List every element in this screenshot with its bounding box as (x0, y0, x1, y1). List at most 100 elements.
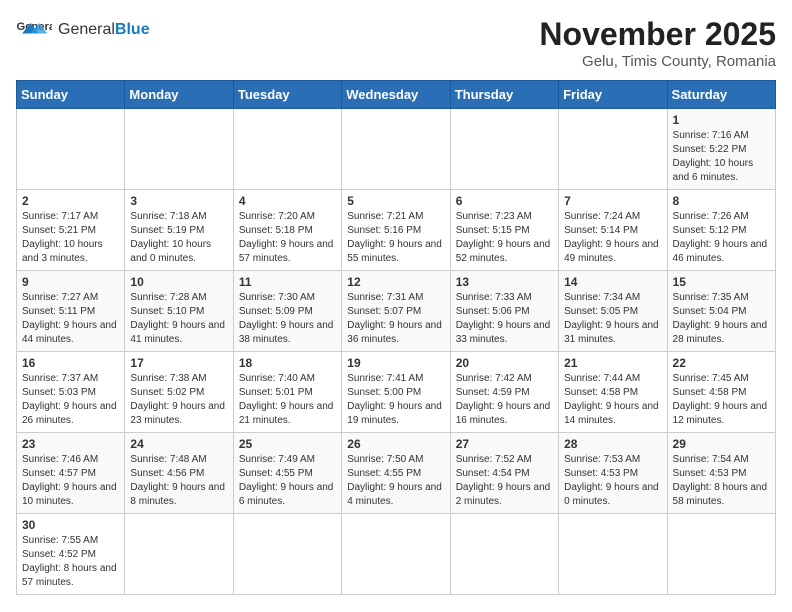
cell-content: Sunrise: 7:24 AM Sunset: 5:14 PM Dayligh… (564, 210, 661, 266)
cell-content: Sunrise: 7:35 AM Sunset: 5:04 PM Dayligh… (673, 291, 770, 347)
day-number: 13 (456, 275, 553, 289)
calendar-cell: 24 Sunrise: 7:48 AM Sunset: 4:56 PM Dayli… (125, 433, 233, 514)
calendar-cell: 25 Sunrise: 7:49 AM Sunset: 4:55 PM Dayli… (233, 433, 341, 514)
day-number: 27 (456, 437, 553, 451)
day-number: 23 (22, 437, 119, 451)
day-number: 24 (130, 437, 227, 451)
day-number: 8 (673, 194, 770, 208)
weekday-header-tuesday: Tuesday (233, 81, 341, 109)
week-row-3: 9Sunrise: 7:27 AM Sunset: 5:11 PM Daylig… (17, 271, 776, 352)
cell-content: Sunrise: 7:37 AM Sunset: 5:03 PM Dayligh… (22, 372, 119, 428)
day-number: 14 (564, 275, 661, 289)
cell-content: Sunrise: 7:41 AM Sunset: 5:00 PM Dayligh… (347, 372, 444, 428)
calendar-cell: 3 Sunrise: 7:18 AM Sunset: 5:19 PM Daylig… (125, 190, 233, 271)
calendar-table: SundayMondayTuesdayWednesdayThursdayFrid… (16, 80, 776, 595)
day-number: 26 (347, 437, 444, 451)
cell-content: Sunrise: 7:42 AM Sunset: 4:59 PM Dayligh… (456, 372, 553, 428)
calendar-cell: 2Sunrise: 7:17 AM Sunset: 5:21 PM Daylig… (17, 190, 125, 271)
calendar-header: General GeneralBlue November 2025 Gelu, … (16, 16, 776, 70)
week-row-5: 23Sunrise: 7:46 AM Sunset: 4:57 PM Dayli… (17, 433, 776, 514)
cell-content: Sunrise: 7:50 AM Sunset: 4:55 PM Dayligh… (347, 453, 444, 509)
calendar-cell (450, 514, 558, 595)
calendar-cell: 8 Sunrise: 7:26 AM Sunset: 5:12 PM Daylig… (667, 190, 775, 271)
cell-content: Sunrise: 7:45 AM Sunset: 4:58 PM Dayligh… (673, 372, 770, 428)
cell-content: Sunrise: 7:34 AM Sunset: 5:05 PM Dayligh… (564, 291, 661, 347)
calendar-cell (233, 109, 341, 190)
calendar-cell (342, 109, 450, 190)
day-number: 11 (239, 275, 336, 289)
day-number: 21 (564, 356, 661, 370)
calendar-cell (342, 514, 450, 595)
calendar-cell (125, 514, 233, 595)
calendar-cell: 10 Sunrise: 7:28 AM Sunset: 5:10 PM Dayli… (125, 271, 233, 352)
day-number: 20 (456, 356, 553, 370)
cell-content: Sunrise: 7:16 AM Sunset: 5:22 PM Dayligh… (673, 129, 770, 185)
calendar-cell (450, 109, 558, 190)
calendar-cell: 29Sunrise: 7:54 AM Sunset: 4:53 PM Dayli… (667, 433, 775, 514)
cell-content: Sunrise: 7:26 AM Sunset: 5:12 PM Dayligh… (673, 210, 770, 266)
cell-content: Sunrise: 7:27 AM Sunset: 5:11 PM Dayligh… (22, 291, 119, 347)
weekday-header-saturday: Saturday (667, 81, 775, 109)
day-number: 17 (130, 356, 227, 370)
cell-content: Sunrise: 7:40 AM Sunset: 5:01 PM Dayligh… (239, 372, 336, 428)
calendar-cell: 20 Sunrise: 7:42 AM Sunset: 4:59 PM Dayli… (450, 352, 558, 433)
day-number: 1 (673, 113, 770, 127)
calendar-cell (667, 514, 775, 595)
calendar-cell: 28 Sunrise: 7:53 AM Sunset: 4:53 PM Dayli… (559, 433, 667, 514)
weekday-header-thursday: Thursday (450, 81, 558, 109)
cell-content: Sunrise: 7:53 AM Sunset: 4:53 PM Dayligh… (564, 453, 661, 509)
cell-content: Sunrise: 7:38 AM Sunset: 5:02 PM Dayligh… (130, 372, 227, 428)
calendar-cell: 30Sunrise: 7:55 AM Sunset: 4:52 PM Dayli… (17, 514, 125, 595)
calendar-cell: 26 Sunrise: 7:50 AM Sunset: 4:55 PM Dayli… (342, 433, 450, 514)
day-number: 3 (130, 194, 227, 208)
calendar-cell (559, 514, 667, 595)
logo-icon: General (16, 16, 52, 44)
day-number: 16 (22, 356, 119, 370)
calendar-cell: 19 Sunrise: 7:41 AM Sunset: 5:00 PM Dayli… (342, 352, 450, 433)
calendar-cell: 16 Sunrise: 7:37 AM Sunset: 5:03 PM Dayli… (17, 352, 125, 433)
cell-content: Sunrise: 7:20 AM Sunset: 5:18 PM Dayligh… (239, 210, 336, 266)
day-number: 28 (564, 437, 661, 451)
calendar-cell: 15 Sunrise: 7:35 AM Sunset: 5:04 PM Dayli… (667, 271, 775, 352)
day-number: 5 (347, 194, 444, 208)
calendar-cell: 27 Sunrise: 7:52 AM Sunset: 4:54 PM Dayli… (450, 433, 558, 514)
logo: General GeneralBlue (16, 16, 150, 44)
day-number: 7 (564, 194, 661, 208)
cell-content: Sunrise: 7:31 AM Sunset: 5:07 PM Dayligh… (347, 291, 444, 347)
calendar-cell (233, 514, 341, 595)
calendar-cell: 22Sunrise: 7:45 AM Sunset: 4:58 PM Dayli… (667, 352, 775, 433)
logo-blue: Blue (115, 21, 150, 38)
cell-content: Sunrise: 7:23 AM Sunset: 5:15 PM Dayligh… (456, 210, 553, 266)
calendar-cell: 23Sunrise: 7:46 AM Sunset: 4:57 PM Dayli… (17, 433, 125, 514)
calendar-cell (125, 109, 233, 190)
calendar-cell: 9Sunrise: 7:27 AM Sunset: 5:11 PM Daylig… (17, 271, 125, 352)
calendar-cell: 12 Sunrise: 7:31 AM Sunset: 5:07 PM Dayli… (342, 271, 450, 352)
day-number: 29 (673, 437, 770, 451)
cell-content: Sunrise: 7:30 AM Sunset: 5:09 PM Dayligh… (239, 291, 336, 347)
day-number: 4 (239, 194, 336, 208)
title-area: November 2025 Gelu, Timis County, Romani… (539, 16, 776, 70)
cell-content: Sunrise: 7:49 AM Sunset: 4:55 PM Dayligh… (239, 453, 336, 509)
cell-content: Sunrise: 7:18 AM Sunset: 5:19 PM Dayligh… (130, 210, 227, 266)
day-number: 30 (22, 518, 119, 532)
cell-content: Sunrise: 7:28 AM Sunset: 5:10 PM Dayligh… (130, 291, 227, 347)
cell-content: Sunrise: 7:52 AM Sunset: 4:54 PM Dayligh… (456, 453, 553, 509)
location-subtitle: Gelu, Timis County, Romania (539, 53, 776, 70)
cell-content: Sunrise: 7:48 AM Sunset: 4:56 PM Dayligh… (130, 453, 227, 509)
day-number: 25 (239, 437, 336, 451)
weekday-header-sunday: Sunday (17, 81, 125, 109)
weekday-header-monday: Monday (125, 81, 233, 109)
calendar-cell (559, 109, 667, 190)
logo-general: General (58, 21, 115, 38)
weekday-header-friday: Friday (559, 81, 667, 109)
day-number: 15 (673, 275, 770, 289)
calendar-cell: 6Sunrise: 7:23 AM Sunset: 5:15 PM Daylig… (450, 190, 558, 271)
day-number: 10 (130, 275, 227, 289)
calendar-cell: 14 Sunrise: 7:34 AM Sunset: 5:05 PM Dayli… (559, 271, 667, 352)
day-number: 12 (347, 275, 444, 289)
month-title: November 2025 (539, 16, 776, 53)
calendar-cell: 18Sunrise: 7:40 AM Sunset: 5:01 PM Dayli… (233, 352, 341, 433)
calendar-cell: 1 Sunrise: 7:16 AM Sunset: 5:22 PM Daylig… (667, 109, 775, 190)
cell-content: Sunrise: 7:21 AM Sunset: 5:16 PM Dayligh… (347, 210, 444, 266)
day-number: 19 (347, 356, 444, 370)
